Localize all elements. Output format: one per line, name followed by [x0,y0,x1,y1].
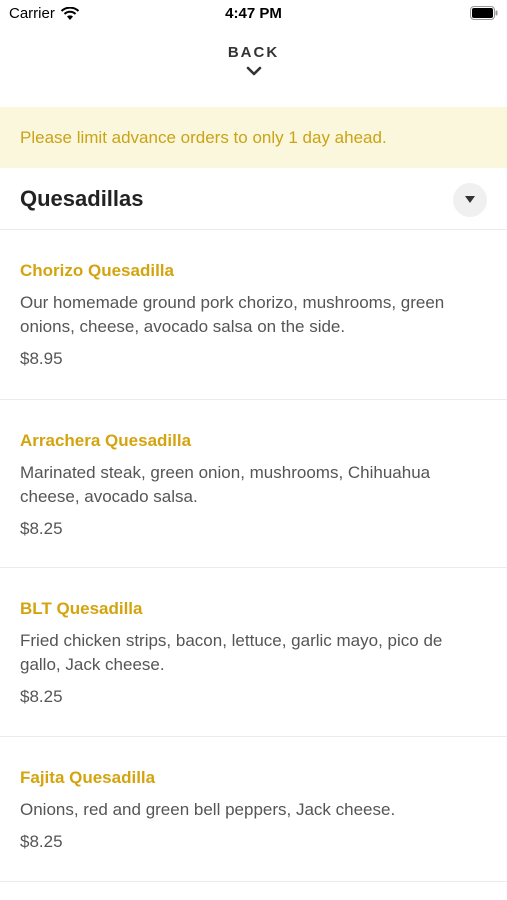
back-button[interactable]: BACK [0,44,507,92]
category-dropdown-button[interactable] [453,183,487,217]
back-label: BACK [227,44,280,61]
chevron-down-icon [246,66,261,76]
category-header: Quesadillas [0,168,507,230]
status-time: 4:47 PM [225,5,282,22]
item-name: Arrachera Quesadilla [20,431,192,450]
item-price: $8.95 [20,349,63,368]
menu-item[interactable]: Chorizo Quesadilla Our homemade ground p… [0,230,507,400]
item-description: Our homemade ground pork chorizo, mushro… [20,293,445,336]
status-bar: Carrier 4:47 PM [0,0,507,28]
item-description: Fried chicken strips, bacon, lettuce, ga… [20,631,443,674]
item-price: $8.25 [20,687,63,706]
item-name: BLT Quesadilla [20,599,143,618]
item-name: Fajita Quesadilla [20,768,156,787]
menu-item[interactable]: Fajita Quesadilla Onions, red and green … [0,737,507,882]
menu-item[interactable]: Arrachera Quesadilla Marinated steak, gr… [0,400,507,568]
menu-item[interactable]: BLT Quesadilla Fried chicken strips, bac… [0,568,507,737]
item-name: Chorizo Quesadilla [20,261,174,280]
category-title: Quesadillas [20,186,144,211]
caret-down-icon [465,196,475,203]
item-price: $8.25 [20,519,63,538]
item-price: $8.25 [20,832,63,851]
notice-text: Please limit advance orders to only 1 da… [20,127,387,147]
item-description: Onions, red and green bell peppers, Jack… [20,800,396,819]
advance-order-notice: Please limit advance orders to only 1 da… [0,107,507,168]
menu-item-list: Chorizo Quesadilla Our homemade ground p… [0,230,507,882]
item-description: Marinated steak, green onion, mushrooms,… [20,463,431,506]
battery-icon [470,6,498,20]
